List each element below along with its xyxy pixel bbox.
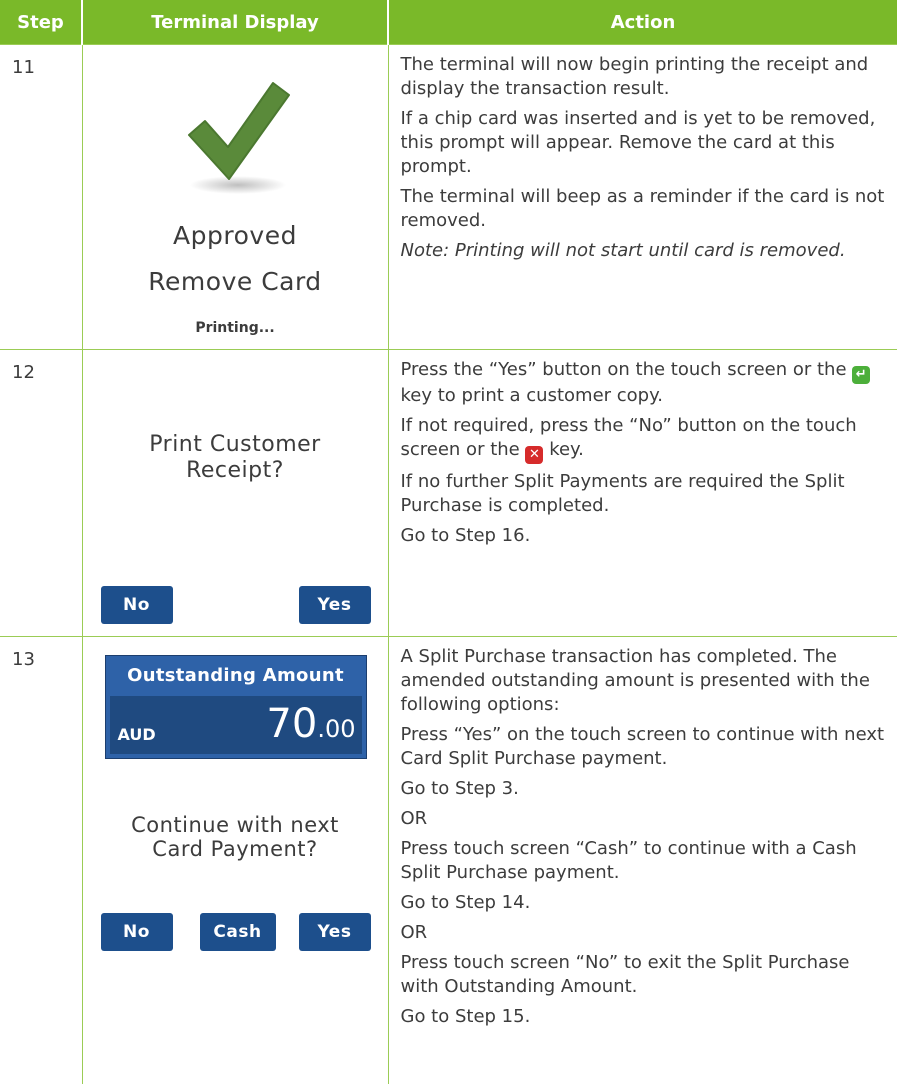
action-text-part: If not required, press the “No” button o… <box>401 415 857 460</box>
action-text-part: key. <box>543 439 583 460</box>
approved-text: Approved <box>83 221 388 250</box>
amount-cents: .00 <box>317 715 355 743</box>
cash-button[interactable]: Cash <box>200 913 276 951</box>
table-header-row: Step Terminal Display Action <box>0 0 897 45</box>
checkmark-icon <box>183 77 293 197</box>
yes-button[interactable]: Yes <box>299 913 371 951</box>
action-text: Press touch screen “Cash” to continue wi… <box>401 837 890 885</box>
outstanding-amount-panel: Outstanding Amount AUD 70.00 <box>105 655 367 759</box>
table-row: 13 Outstanding Amount AUD 70.00 Continue… <box>0 637 897 1084</box>
continue-line1: Continue with next <box>83 813 388 837</box>
action-cell: Press the “Yes” button on the touch scre… <box>388 350 897 637</box>
action-text: The terminal will now begin printing the… <box>401 53 890 101</box>
action-text-part: key to print a customer copy. <box>401 385 663 406</box>
printing-text: Printing... <box>83 320 388 336</box>
header-terminal-display: Terminal Display <box>82 0 388 45</box>
print-receipt-line2: Receipt? <box>83 458 388 484</box>
header-action: Action <box>388 0 897 45</box>
action-text: If no further Split Payments are require… <box>401 470 890 518</box>
action-cell: A Split Purchase transaction has complet… <box>388 637 897 1084</box>
table-row: 11 Approved Remove Card <box>0 45 897 350</box>
terminal-display: Outstanding Amount AUD 70.00 Continue wi… <box>82 637 388 1084</box>
continue-line2: Card Payment? <box>83 837 388 861</box>
terminal-display: Print Customer Receipt? No Yes <box>82 350 388 637</box>
action-text: Press the “Yes” button on the touch scre… <box>401 358 890 408</box>
action-text-part: Press the “Yes” button on the touch scre… <box>401 359 853 380</box>
no-button[interactable]: No <box>101 586 173 624</box>
currency-label: AUD <box>118 725 156 744</box>
amount-value: 70.00 <box>266 701 355 752</box>
remove-card-text: Remove Card <box>83 267 388 296</box>
yes-button[interactable]: Yes <box>299 586 371 624</box>
action-text: If a chip card was inserted and is yet t… <box>401 107 890 179</box>
action-text: If not required, press the “No” button o… <box>401 414 890 464</box>
action-text: Go to Step 15. <box>401 1005 890 1029</box>
amount-inner: AUD 70.00 <box>110 696 362 754</box>
action-text: A Split Purchase transaction has complet… <box>401 645 890 717</box>
step-number: 11 <box>0 45 82 350</box>
enter-key-icon: ↵ <box>852 366 870 384</box>
action-text: OR <box>401 921 890 945</box>
cancel-key-icon: ✕ <box>525 446 543 464</box>
steps-table: Step Terminal Display Action 11 <box>0 0 897 1084</box>
table-row: 12 Print Customer Receipt? No Yes Press … <box>0 350 897 637</box>
terminal-display: Approved Remove Card Printing... <box>82 45 388 350</box>
header-step: Step <box>0 0 82 45</box>
action-cell: The terminal will now begin printing the… <box>388 45 897 350</box>
action-text: Go to Step 16. <box>401 524 890 548</box>
action-text: OR <box>401 807 890 831</box>
no-button[interactable]: No <box>101 913 173 951</box>
step-number: 12 <box>0 350 82 637</box>
action-text: Go to Step 14. <box>401 891 890 915</box>
action-note: Note: Printing will not start until card… <box>401 239 890 263</box>
action-text: The terminal will beep as a reminder if … <box>401 185 890 233</box>
print-receipt-line1: Print Customer <box>83 432 388 458</box>
amount-whole: 70 <box>266 701 317 747</box>
outstanding-amount-title: Outstanding Amount <box>106 656 366 696</box>
action-text: Go to Step 3. <box>401 777 890 801</box>
action-text: Press touch screen “No” to exit the Spli… <box>401 951 890 999</box>
action-text: Press “Yes” on the touch screen to conti… <box>401 723 890 771</box>
step-number: 13 <box>0 637 82 1084</box>
